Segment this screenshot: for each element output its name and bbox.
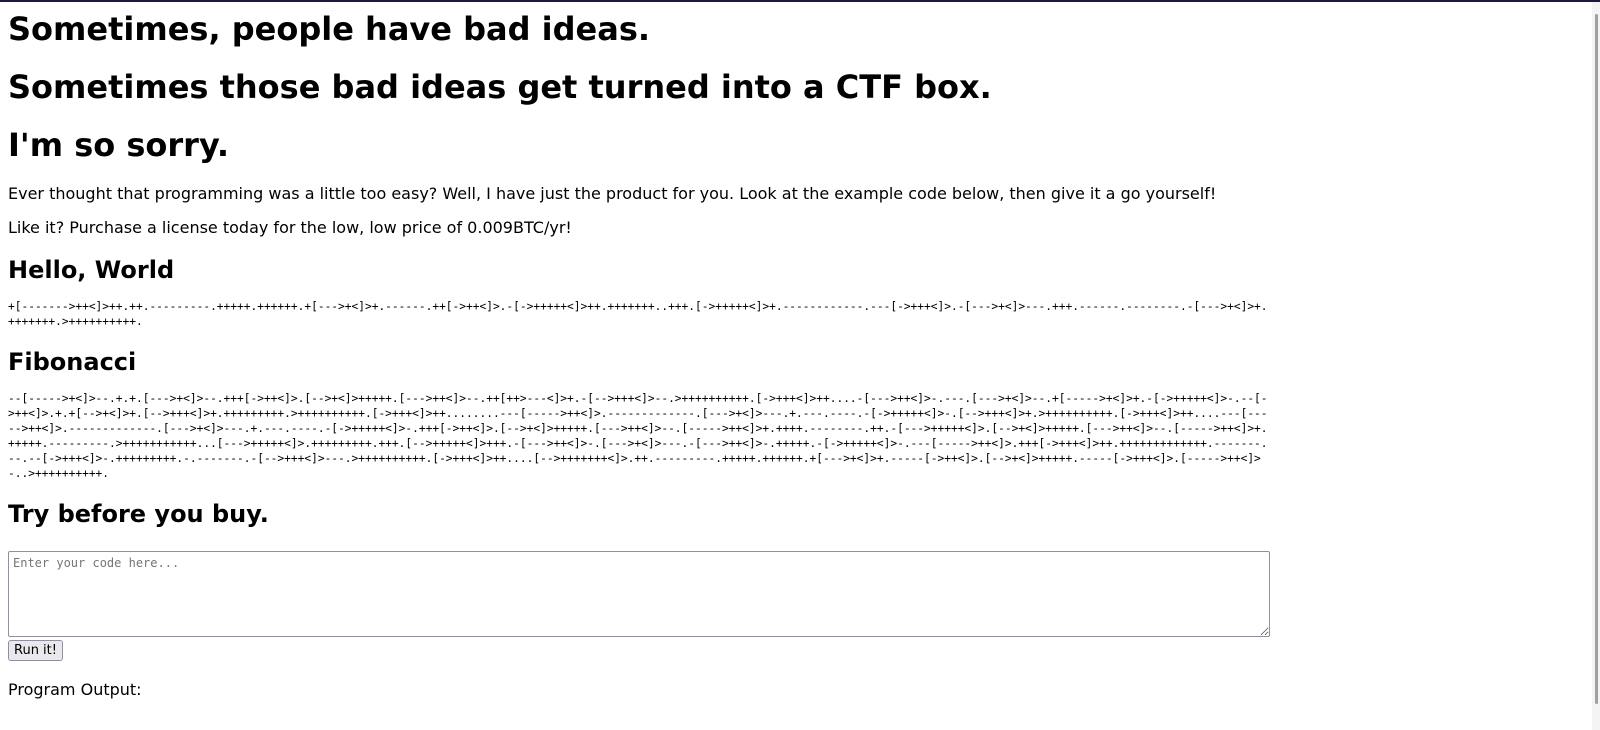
pricing-paragraph: Like it? Purchase a license today for th… xyxy=(8,218,572,237)
vertical-scrollbar[interactable] xyxy=(1592,2,1600,730)
intro-paragraph: Ever thought that programming was a litt… xyxy=(8,184,1217,203)
run-button[interactable]: Run it! xyxy=(8,640,63,661)
try-heading: Try before you buy. xyxy=(8,500,269,528)
program-output-label: Program Output: xyxy=(8,680,142,699)
hello-world-heading: Hello, World xyxy=(8,256,175,284)
apology-heading: I'm so sorry. xyxy=(8,126,230,164)
page-subtitle: Sometimes those bad ideas get turned int… xyxy=(8,68,992,106)
code-input[interactable] xyxy=(8,551,1270,637)
fibonacci-code: --[----->+<]>--.+.+.[--->+<]>--.+++[->++… xyxy=(8,392,1268,480)
page-title: Sometimes, people have bad ideas. xyxy=(8,10,651,48)
hello-world-code: +[------->++<]>++.++.---------.+++++.+++… xyxy=(8,300,1268,328)
fibonacci-heading: Fibonacci xyxy=(8,348,137,376)
page-content: Sometimes, people have bad ideas. Someti… xyxy=(0,10,1560,699)
scrollbar-thumb[interactable] xyxy=(1595,14,1598,704)
